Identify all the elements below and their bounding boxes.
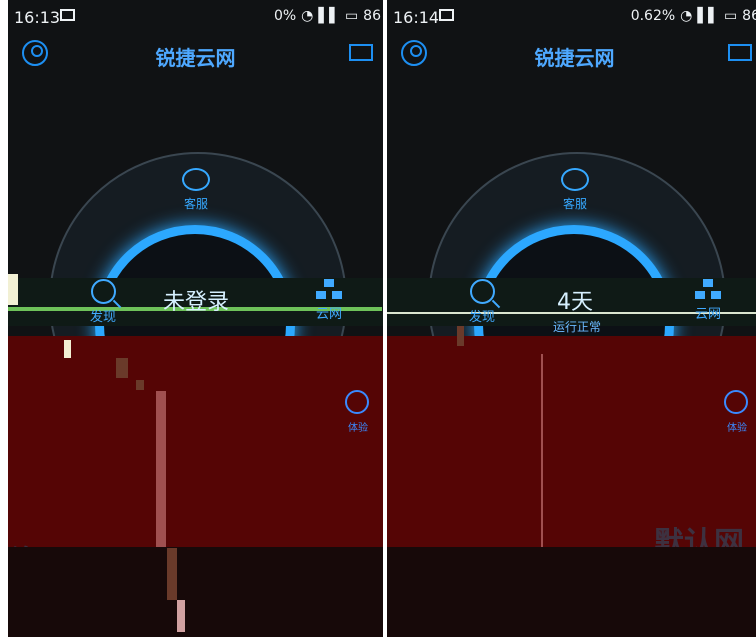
battery-icon: ▭ [723, 8, 738, 24]
glitch-block [64, 340, 71, 358]
cloud-network-label: 云网 [315, 307, 342, 322]
test-label: 体验 [348, 423, 368, 434]
status-bar: 16:13 0% ◔ ▌▌ ▭ 86 [8, 0, 383, 34]
status-right: 0.62% ◔ ▌▌ ▭ 86 [631, 8, 756, 24]
status-right: 0% ◔ ▌▌ ▭ 86 [274, 8, 381, 24]
status-time: 16:14 [393, 8, 440, 27]
battery-icon: ▭ [344, 8, 359, 24]
bottom-dark-area [387, 547, 756, 637]
battery-level: 86 [363, 8, 381, 24]
glitch-block [156, 391, 166, 548]
search-icon [469, 279, 495, 304]
traffic-percent: 0.62% [630, 8, 676, 24]
glitch-block [8, 274, 18, 305]
discover-label: 发现 [468, 310, 495, 325]
glitch-block [457, 326, 464, 346]
runtime-status: 运行正常 [552, 320, 601, 334]
dark-red-area [8, 336, 383, 547]
cloud-network-button[interactable]: 云网 [294, 279, 364, 322]
signal-icon: ▌▌ [318, 8, 340, 24]
glitch-block [116, 358, 128, 378]
glitch-block [541, 354, 543, 547]
traffic-percent: 0% [273, 8, 297, 24]
chat-icon [561, 168, 589, 191]
discover-label: 发现 [89, 310, 116, 325]
wifi-icon: ◔ [680, 8, 693, 24]
image-icon [60, 9, 75, 21]
mail-icon[interactable] [349, 44, 373, 61]
test-label: 体验 [727, 423, 747, 434]
mail-icon[interactable] [728, 44, 752, 61]
cloud-network-button[interactable]: 云网 [673, 279, 743, 322]
right-phone-screen: 16:14 0.62% ◔ ▌▌ ▭ 86 锐捷云网 客服 发现 4天 运行正常… [387, 0, 756, 637]
customer-service-button[interactable]: 客服 [542, 168, 608, 212]
customer-service-button[interactable]: 客服 [163, 168, 229, 212]
status-bar: 16:14 0.62% ◔ ▌▌ ▭ 86 [387, 0, 756, 34]
battery-level: 86 [742, 8, 756, 24]
dark-red-area [387, 336, 756, 547]
login-status[interactable]: 未登录 [148, 284, 244, 316]
discover-button[interactable]: 发现 [447, 279, 517, 325]
left-phone-screen: 16:13 0% ◔ ▌▌ ▭ 86 锐捷云网 客服 发现 未登录 云网 体验 … [8, 0, 383, 637]
customer-service-label: 客服 [562, 197, 587, 211]
glitch-block [136, 380, 144, 390]
chat-icon [182, 168, 210, 191]
glitch-block [167, 548, 177, 600]
app-header: 锐捷云网 [387, 34, 756, 80]
cloud-network-label: 云网 [694, 307, 721, 322]
search-icon [90, 279, 116, 304]
app-header: 锐捷云网 [8, 34, 383, 80]
glitch-block [177, 600, 185, 632]
test-icon[interactable] [345, 390, 369, 414]
test-icon[interactable] [724, 390, 748, 414]
wifi-icon: ◔ [301, 8, 314, 24]
bottom-dark-area [8, 547, 383, 637]
network-icon [695, 279, 721, 301]
app-title: 锐捷云网 [155, 46, 236, 70]
status-time: 16:13 [14, 8, 61, 27]
network-icon [316, 279, 342, 301]
app-title: 锐捷云网 [534, 46, 615, 70]
image-icon [439, 9, 454, 21]
customer-service-label: 客服 [183, 197, 208, 211]
runtime-days[interactable]: 4天 [527, 284, 623, 316]
signal-icon: ▌▌ [697, 8, 719, 24]
discover-button[interactable]: 发现 [68, 279, 138, 325]
